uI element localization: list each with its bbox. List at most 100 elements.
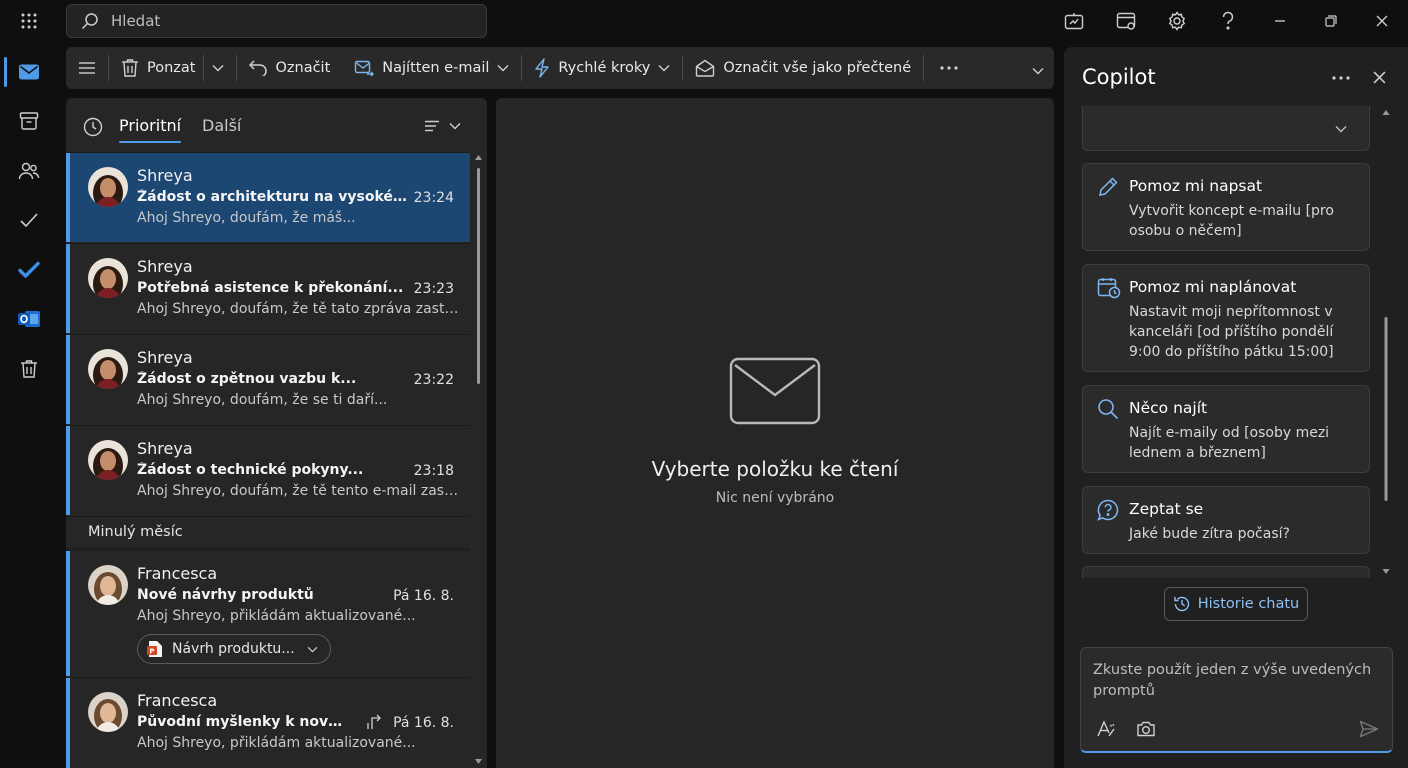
close-window-icon[interactable]	[1368, 8, 1396, 34]
prompt-card-write[interactable]: Pomoz mi napsat Vytvořit koncept e-mailu…	[1082, 163, 1370, 251]
history-icon	[1173, 595, 1191, 613]
tab-other[interactable]: Další	[202, 116, 241, 135]
outlook-icon[interactable]	[12, 302, 46, 336]
chevron-down-icon	[1032, 67, 1044, 75]
pencil-icon	[1097, 176, 1119, 198]
message-preview: Ahoj Shreyo, přikládám aktualizované...	[137, 608, 416, 624]
quick-steps-button[interactable]: Rychlé kroky	[526, 52, 678, 84]
prompt-card-ask[interactable]: Zeptat se Jaké bude zítra počasí?	[1082, 486, 1370, 554]
message-sender: Shreya	[137, 348, 193, 367]
message-subject: Nové návrhy produktů	[137, 587, 314, 603]
tab-active-underline	[119, 141, 181, 143]
filter-button[interactable]	[424, 120, 461, 132]
avatar	[88, 258, 128, 298]
reading-pane: Vyberte položku ke čtení Nic není vybrán…	[496, 98, 1054, 768]
copilot-scrollbar[interactable]	[1378, 107, 1394, 577]
chevron-down-icon	[307, 646, 318, 653]
attachment-name: Návrh produktu...	[172, 641, 295, 657]
help-icon[interactable]	[1214, 8, 1242, 34]
avatar	[88, 349, 128, 389]
ignore-dropdown-button[interactable]	[204, 52, 232, 84]
copilot-more-icon[interactable]	[1332, 76, 1350, 80]
card-title: Pomoz mi naplánovat	[1129, 278, 1297, 296]
app-rail	[0, 42, 58, 768]
message-item[interactable]: Shreya Žádost o architekturu na vysoké ú…	[66, 152, 470, 242]
card-title: Zeptat se	[1129, 500, 1204, 518]
unread-indicator	[66, 678, 70, 768]
search-input[interactable]: Hledat	[66, 4, 487, 38]
ribbon-separator	[108, 55, 109, 81]
mark-all-read-button[interactable]: Označit vše jako přečtené	[687, 52, 919, 84]
message-subject: Žádost o zpětnou vazbu k...	[137, 371, 357, 387]
archive-icon[interactable]	[12, 104, 46, 138]
card-description: Vytvořit koncept e-mailu [pro osobu o ně…	[1129, 203, 1334, 239]
ignore-button[interactable]: Ponzat	[113, 52, 203, 84]
find-email-button[interactable]: Najítten e-mail	[346, 52, 517, 84]
chat-history-button[interactable]: Historie chatu	[1164, 587, 1308, 621]
restore-icon[interactable]	[1317, 8, 1345, 34]
copilot-close-icon[interactable]	[1373, 71, 1386, 84]
clock-icon[interactable]	[83, 117, 103, 137]
group-label: Minulý měsíc	[88, 524, 183, 540]
message-item[interactable]: Francesca Původní myšlenky k novému... P…	[66, 677, 470, 768]
unread-indicator	[66, 426, 70, 515]
chevron-down-icon	[212, 64, 224, 72]
message-sender: Shreya	[137, 439, 193, 458]
powerpoint-file-icon: P	[147, 640, 163, 658]
avatar	[88, 565, 128, 605]
message-time: Pá 16. 8.	[393, 715, 454, 731]
avatar	[88, 692, 128, 732]
camera-icon[interactable]	[1136, 720, 1156, 738]
message-list: Shreya Žádost o architekturu na vysoké ú…	[66, 152, 487, 768]
tab-focused[interactable]: Prioritní	[119, 116, 181, 135]
prompt-card-find[interactable]: Něco najít Najít e-maily od [osoby mezi …	[1082, 385, 1370, 473]
minimize-icon[interactable]	[1266, 8, 1294, 34]
unread-indicator	[66, 244, 70, 333]
message-item[interactable]: Shreya Potřebná asistence k překonání...…	[66, 243, 470, 333]
menu-toggle-button[interactable]	[66, 52, 104, 84]
message-item[interactable]: Francesca Nové návrhy produktů Pá 16. 8.…	[66, 550, 470, 676]
message-list-scrollbar[interactable]	[470, 152, 487, 768]
tasks-check-icon[interactable]	[12, 203, 46, 237]
delete-icon	[121, 58, 139, 78]
send-icon[interactable]	[1359, 720, 1379, 738]
chevron-down-icon	[497, 64, 509, 72]
more-dots-icon	[940, 66, 958, 70]
calendar-clock-icon	[1097, 277, 1121, 299]
prompt-card-partial[interactable]	[1082, 566, 1370, 578]
attachment-chip[interactable]: P Návrh produktu...	[137, 634, 331, 664]
chevron-down-icon	[449, 122, 461, 130]
copilot-title: Copilot	[1082, 65, 1156, 89]
filter-lines-icon	[424, 120, 440, 132]
prompt-card-partial[interactable]	[1082, 106, 1370, 151]
ribbon-separator	[923, 55, 925, 81]
mail-icon[interactable]	[12, 55, 46, 89]
app-launcher-icon[interactable]	[14, 8, 44, 34]
chevron-down-icon	[658, 64, 670, 72]
card-title: Něco najít	[1129, 399, 1208, 417]
ribbon-toolbar: Ponzat Označit Najítten e-mail Rychlé kr…	[66, 47, 1054, 89]
envelope-open-icon	[695, 59, 715, 77]
quick-steps-label: Rychlé kroky	[558, 60, 651, 76]
todo-icon[interactable]	[12, 253, 46, 287]
search-placeholder: Hledat	[111, 12, 161, 30]
message-list-panel: Prioritní Další Shreya Žádost o architek…	[66, 98, 487, 768]
prompt-guide-icon[interactable]	[1096, 719, 1116, 739]
people-icon[interactable]	[12, 154, 46, 188]
prompt-card-plan[interactable]: Pomoz mi naplánovat Nastavit moji nepřít…	[1082, 264, 1370, 372]
message-time: 23:22	[413, 372, 454, 388]
message-item[interactable]: Shreya Žádost o technické pokyny... 23:1…	[66, 425, 470, 515]
trash-icon[interactable]	[12, 352, 46, 386]
mark-button[interactable]: Označit	[241, 52, 338, 84]
more-options-button[interactable]	[928, 52, 970, 84]
chat-history-label: Historie chatu	[1197, 596, 1300, 612]
settings-gear-icon[interactable]	[1163, 8, 1191, 34]
message-subject: Původní myšlenky k novému...	[137, 714, 347, 730]
message-item[interactable]: Shreya Žádost o zpětnou vazbu k... 23:22…	[66, 334, 470, 424]
copilot-prompt-input[interactable]: Zkuste použít jeden z výše uvedených pro…	[1080, 647, 1393, 753]
message-sender: Francesca	[137, 691, 218, 710]
my-day-icon[interactable]	[1060, 8, 1088, 34]
calendar-panel-icon[interactable]	[1112, 8, 1140, 34]
ribbon-expand-button[interactable]	[1024, 55, 1052, 87]
message-preview: Ahoj Shreyo, doufám, že máš...	[137, 210, 356, 226]
